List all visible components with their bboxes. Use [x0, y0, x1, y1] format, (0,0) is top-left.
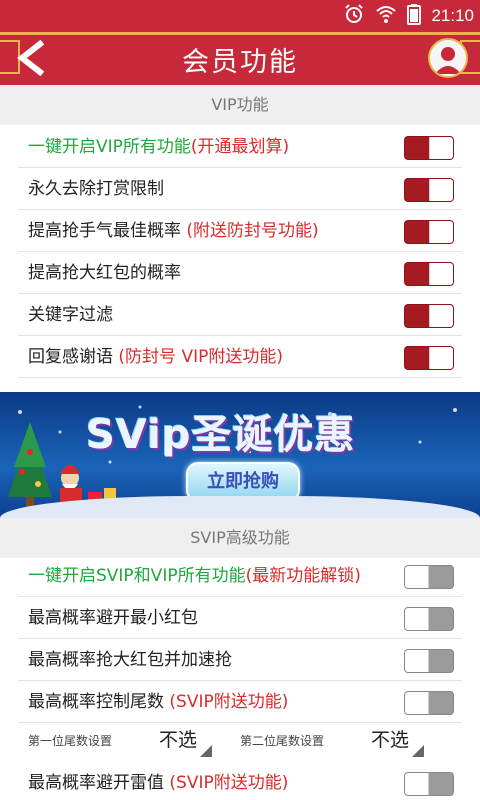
status-time: 21:10 — [431, 6, 474, 25]
feature-name: 关键字过滤 — [28, 305, 113, 325]
feature-note: (开通最划算) — [190, 137, 290, 157]
feature-toggle[interactable] — [404, 304, 454, 328]
svip-feature-row: 最高概率控制尾数 (SVIP附送功能) — [0, 681, 480, 723]
wifi-icon — [375, 3, 397, 29]
toggle-knob — [429, 263, 453, 285]
feature-note: (最新功能解锁) — [245, 566, 361, 586]
feature-toggle[interactable] — [404, 565, 454, 589]
feature-label: 提高抢手气最佳概率 (附送防封号功能) — [28, 210, 319, 252]
feature-name: 最高概率抢大红包并加速抢 — [28, 650, 232, 670]
feature-name: 一键开启VIP所有功能 — [28, 137, 191, 157]
feature-name: 最高概率避开最小红包 — [28, 608, 198, 628]
toggle-knob — [429, 179, 453, 201]
feature-toggle[interactable] — [404, 649, 454, 673]
vip-feature-row: 提高抢大红包的概率 — [0, 252, 480, 294]
vip-feature-row: 提高抢手气最佳概率 (附送防封号功能) — [0, 210, 480, 252]
feature-label: 回复感谢语 (防封号 VIP附送功能) — [28, 336, 283, 378]
vip-feature-row: 回复感谢语 (防封号 VIP附送功能) — [0, 336, 480, 378]
feature-name: 回复感谢语 — [28, 347, 119, 367]
feature-name: 最高概率控制尾数 — [28, 692, 170, 712]
feature-name: 一键开启SVIP和VIP所有功能 — [28, 566, 246, 586]
feature-toggle[interactable] — [404, 607, 454, 631]
feature-name: 最高概率避开雷值 — [28, 773, 170, 793]
second-tail-select[interactable]: 不选 — [356, 723, 424, 757]
vip-section-title: VIP功能 — [0, 85, 480, 125]
feature-label: 最高概率避开雷值 (SVIP附送功能) — [28, 762, 288, 800]
feature-toggle[interactable] — [404, 262, 454, 286]
avatar-button[interactable] — [428, 38, 468, 78]
toggle-knob — [429, 305, 453, 327]
svip-feature-row: 最高概率避开最小红包 — [0, 597, 480, 639]
dropdown-arrow-icon — [200, 745, 212, 757]
feature-note: (SVIP附送功能) — [169, 692, 289, 712]
feature-note: (防封号 VIP附送功能) — [118, 347, 283, 367]
feature-label: 一键开启SVIP和VIP所有功能(最新功能解锁) — [28, 555, 361, 597]
feature-toggle[interactable] — [404, 178, 454, 202]
vip-feature-row: 永久去除打赏限制 — [0, 168, 480, 210]
status-bar: 21:10 — [0, 0, 480, 32]
feature-toggle[interactable] — [404, 691, 454, 715]
vip-feature-row: 一键开启VIP所有功能(开通最划算) — [0, 126, 480, 168]
toggle-knob — [429, 347, 453, 369]
toggle-knob — [405, 650, 429, 672]
user-icon — [435, 47, 461, 74]
feature-toggle[interactable] — [404, 220, 454, 244]
toggle-knob — [429, 137, 453, 159]
feature-note: (附送防封号功能) — [186, 221, 319, 241]
toggle-knob — [405, 773, 429, 795]
app-header: 会员功能 — [0, 32, 480, 85]
svip-section-title: SVIP高级功能 — [0, 518, 480, 558]
toggle-knob — [405, 566, 429, 588]
toggle-knob — [405, 692, 429, 714]
feature-label: 最高概率控制尾数 (SVIP附送功能) — [28, 681, 288, 723]
feature-label: 最高概率抢大红包并加速抢 — [28, 639, 232, 681]
status-icons: 21:10 — [343, 4, 474, 28]
toggle-knob — [405, 608, 429, 630]
feature-label: 提高抢大红包的概率 — [28, 252, 181, 294]
feature-toggle[interactable] — [404, 346, 454, 370]
svip-christmas-banner[interactable]: SVip圣诞优惠 立即抢购 — [0, 392, 480, 518]
feature-label: 一键开启VIP所有功能(开通最划算) — [28, 126, 289, 168]
page-title: 会员功能 — [182, 47, 298, 78]
feature-toggle[interactable] — [404, 136, 454, 160]
svip-feature-row: 一键开启SVIP和VIP所有功能(最新功能解锁) — [0, 555, 480, 597]
tail-number-settings: 第一位尾数设置 不选 第二位尾数设置 不选 — [0, 719, 480, 763]
banner-title: SVip圣诞优惠 — [86, 412, 356, 458]
alarm-icon — [343, 3, 365, 29]
christmas-tree-icon — [8, 422, 52, 507]
feature-label: 最高概率避开最小红包 — [28, 597, 198, 639]
svip-feature-row: 最高概率避开雷值 (SVIP附送功能) — [0, 762, 480, 800]
feature-name: 提高抢大红包的概率 — [28, 263, 181, 283]
battery-icon — [407, 3, 422, 29]
first-tail-select[interactable]: 不选 — [144, 723, 212, 757]
feature-toggle[interactable] — [404, 772, 454, 796]
dropdown-arrow-icon — [412, 745, 424, 757]
svip-feature-row: 最高概率抢大红包并加速抢 — [0, 639, 480, 681]
vip-feature-row: 关键字过滤 — [0, 294, 480, 336]
feature-name: 提高抢手气最佳概率 — [28, 221, 187, 241]
feature-note: (SVIP附送功能) — [169, 773, 289, 793]
feature-label: 关键字过滤 — [28, 294, 113, 336]
toggle-knob — [429, 221, 453, 243]
row-divider — [18, 377, 462, 378]
second-tail-label: 第二位尾数设置 — [240, 734, 325, 748]
first-tail-label: 第一位尾数设置 — [28, 734, 113, 748]
feature-label: 永久去除打赏限制 — [28, 168, 164, 210]
feature-name: 永久去除打赏限制 — [28, 179, 164, 199]
